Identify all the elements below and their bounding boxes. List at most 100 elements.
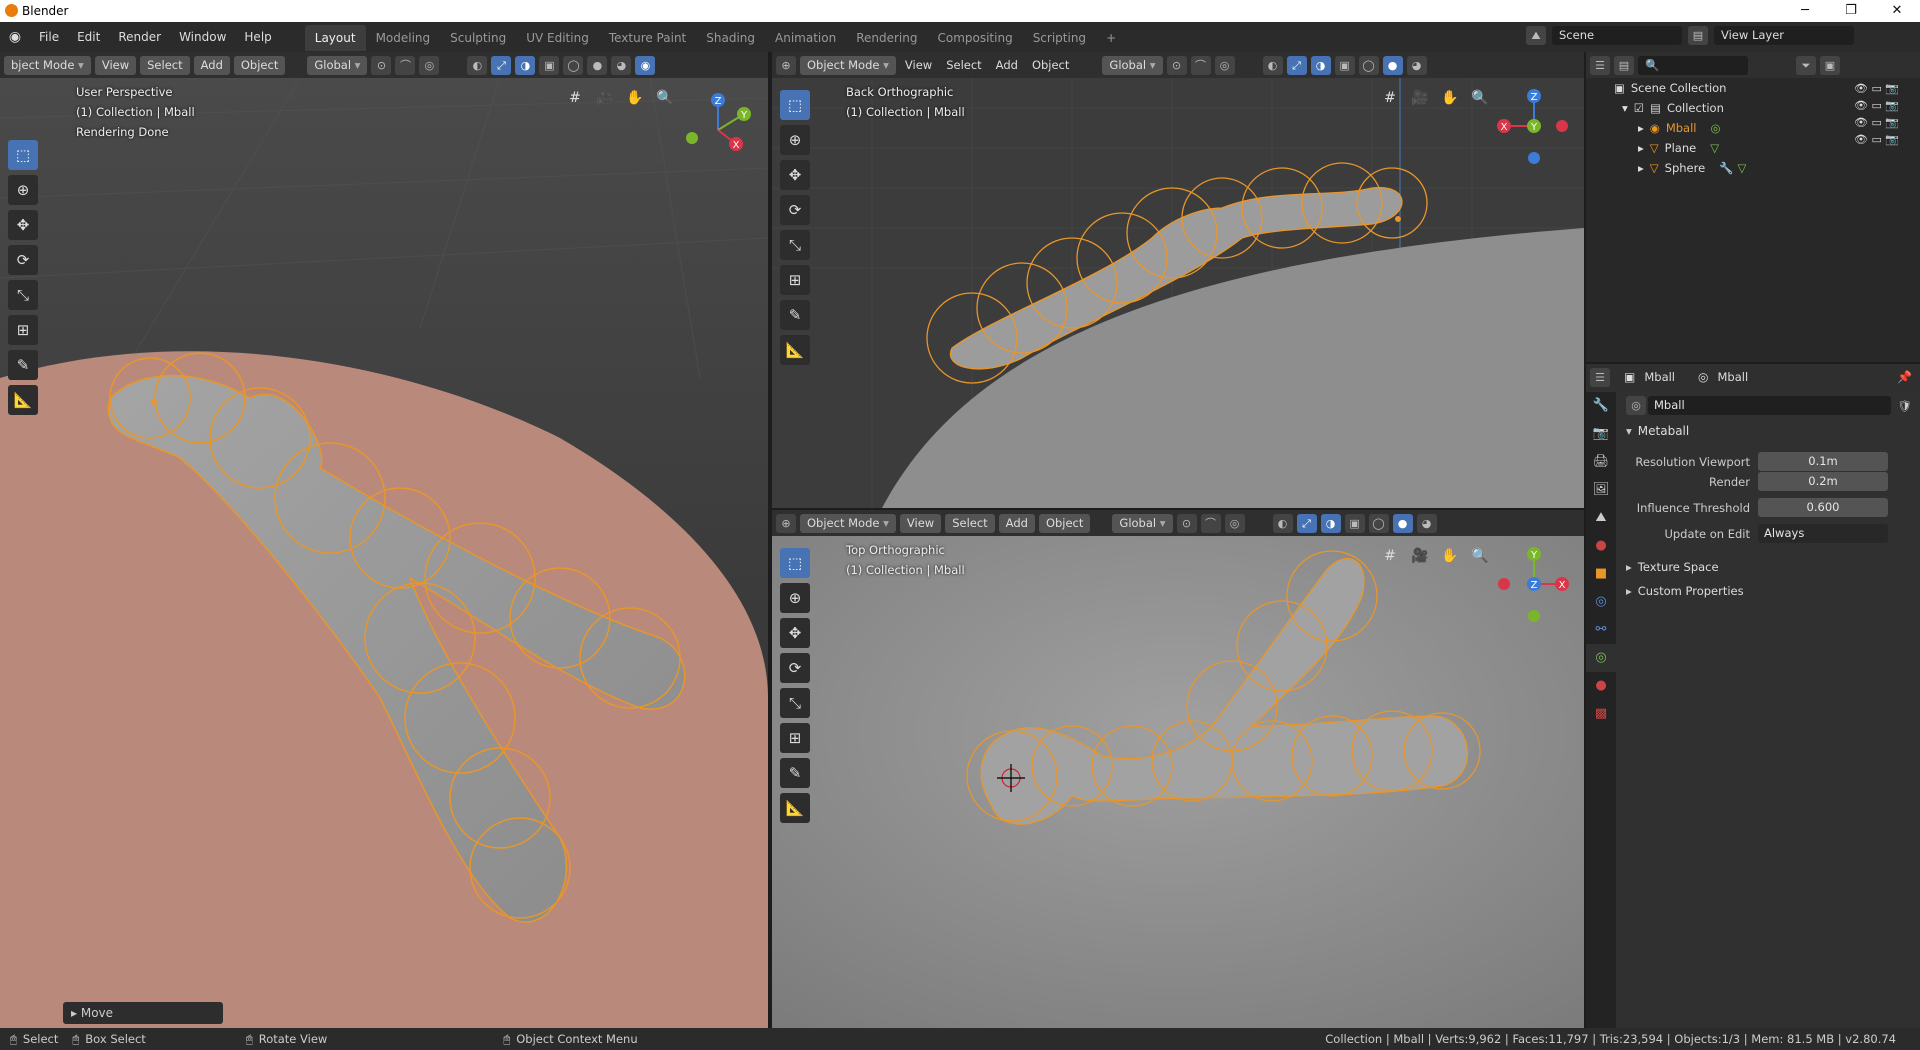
gizmo-toggle-icon[interactable]: ⤢ (491, 55, 512, 75)
editor-type-icon[interactable]: ⊕ (776, 55, 796, 75)
xray-icon[interactable]: ▣ (1344, 513, 1365, 533)
tab-scripting[interactable]: Scripting (1023, 25, 1096, 51)
tool-tab-icon[interactable]: 🔧 (1586, 392, 1616, 420)
object-menu[interactable]: Object (233, 55, 286, 75)
solid-shading-icon[interactable]: ● (1392, 513, 1413, 533)
cursor-tool-icon[interactable]: ⊕ (780, 125, 810, 155)
proportional-icon[interactable]: ◎ (1214, 55, 1235, 75)
viewport-icon[interactable]: ▭ (1871, 99, 1881, 112)
context-data-name[interactable]: Mball (1713, 370, 1754, 384)
texture-space-section[interactable]: ▸ Texture Space (1626, 560, 1719, 574)
expand-arrow-icon[interactable]: ▸ (1638, 121, 1644, 135)
solid-shading-icon[interactable]: ● (587, 55, 608, 75)
view-layer-selector[interactable]: View Layer (1714, 26, 1854, 45)
eye-icon[interactable]: 👁 (1854, 99, 1868, 112)
expand-arrow-icon[interactable]: ▾ (1622, 101, 1628, 115)
outliner-search-input[interactable]: 🔍 (1638, 55, 1748, 75)
view-menu[interactable]: View (94, 55, 137, 75)
annotate-tool-icon[interactable]: ✎ (780, 758, 810, 788)
checkbox-icon[interactable]: ☑ (1634, 101, 1644, 115)
xray-icon[interactable]: ▣ (1334, 55, 1355, 75)
overlay-toggle-icon[interactable]: ◑ (515, 55, 536, 75)
transform-tool-icon[interactable]: ⊞ (780, 265, 810, 295)
scene-tab-icon[interactable]: ⛰ (1586, 504, 1616, 532)
pan-hand-icon[interactable]: ✋ (1438, 544, 1462, 568)
gizmo-toggle-icon[interactable]: ⤢ (1286, 55, 1307, 75)
view-menu[interactable]: View (899, 513, 942, 533)
viewport-icon[interactable]: ▭ (1871, 133, 1881, 146)
tab-animation[interactable]: Animation (765, 25, 846, 51)
select-box-tool-icon[interactable]: ⬚ (780, 548, 810, 578)
transform-tool-icon[interactable]: ⊞ (8, 315, 38, 345)
measure-tool-icon[interactable]: 📐 (780, 793, 810, 823)
resolution-viewport-field[interactable]: 0.1m (1758, 452, 1888, 471)
grid-view-icon[interactable]: # (1378, 86, 1402, 110)
orientation-selector[interactable]: Global (1112, 513, 1173, 533)
overlay-toggle-icon[interactable]: ◑ (1320, 513, 1341, 533)
object-menu[interactable]: Object (1038, 513, 1091, 533)
add-workspace-button[interactable]: + (1096, 25, 1126, 51)
zoom-icon[interactable]: 🔍 (653, 86, 677, 110)
orientation-selector[interactable]: Global (307, 55, 368, 75)
viewport-top-right[interactable]: ⊕ Object Mode View Select Add Object Glo… (772, 52, 1584, 508)
xray-icon[interactable]: ▣ (539, 55, 560, 75)
texture-tab-icon[interactable]: ▩ (1586, 700, 1616, 728)
rendered-shading-icon[interactable]: ◉ (635, 55, 656, 75)
context-object-name[interactable]: Mball (1639, 370, 1680, 384)
move-tool-icon[interactable]: ✥ (780, 618, 810, 648)
influence-threshold-field[interactable]: 0.600 (1758, 498, 1888, 517)
viewport-bottom-right[interactable]: ⊕ Object Mode View Select Add Object Glo… (772, 510, 1584, 1028)
editor-type-icon[interactable]: ☰ (1590, 367, 1610, 387)
camera-view-icon[interactable]: 🎥 (1408, 544, 1432, 568)
eye-icon[interactable]: 👁 (1854, 82, 1868, 95)
grid-view-icon[interactable]: # (563, 86, 587, 110)
object-menu[interactable]: Object (1027, 58, 1074, 72)
collapse-arrow-icon[interactable]: ▸ (1626, 560, 1632, 574)
scene-selector[interactable]: Scene (1552, 26, 1682, 45)
annotate-tool-icon[interactable]: ✎ (8, 350, 38, 380)
data-tab-icon[interactable]: ◎ (1586, 644, 1616, 672)
pivot-icon[interactable]: ⊙ (371, 55, 392, 75)
visibility-icon[interactable]: ◐ (1262, 55, 1283, 75)
wireframe-shading-icon[interactable]: ◯ (563, 55, 584, 75)
scale-tool-icon[interactable]: ⤡ (8, 280, 38, 310)
fake-user-shield-icon[interactable]: 🛡 (1897, 399, 1912, 413)
metaball-section-header[interactable]: ▾ Metaball (1626, 424, 1689, 438)
overlay-toggle-icon[interactable]: ◑ (1310, 55, 1331, 75)
tab-compositing[interactable]: Compositing (927, 25, 1022, 51)
tab-sculpting[interactable]: Sculpting (440, 25, 516, 51)
custom-properties-section[interactable]: ▸ Custom Properties (1626, 584, 1744, 598)
editor-type-icon[interactable]: ⊕ (776, 513, 796, 533)
tab-layout[interactable]: Layout (304, 25, 366, 51)
new-collection-icon[interactable]: ▣ (1820, 55, 1840, 75)
editor-type-icon[interactable]: ☰ (1590, 55, 1610, 75)
world-tab-icon[interactable]: ● (1586, 532, 1616, 560)
rotate-tool-icon[interactable]: ⟳ (780, 195, 810, 225)
render-tab-icon[interactable]: 📷 (1586, 420, 1616, 448)
add-menu[interactable]: Add (998, 513, 1035, 533)
render-camera-icon[interactable]: 📷 (1885, 99, 1899, 112)
material-shading-icon[interactable]: ◕ (1406, 55, 1427, 75)
measure-tool-icon[interactable]: 📐 (8, 385, 38, 415)
nav-gizmo-br[interactable]: Y X Z (1490, 546, 1570, 626)
scale-tool-icon[interactable]: ⤡ (780, 688, 810, 718)
material-tab-icon[interactable]: ● (1586, 672, 1616, 700)
grid-view-icon[interactable]: # (1378, 544, 1402, 568)
render-resolution-field[interactable]: 0.2m (1758, 472, 1888, 491)
tab-modeling[interactable]: Modeling (366, 25, 441, 51)
snap-icon[interactable]: ⌒ (395, 55, 416, 75)
filter-icon[interactable]: ⏷ (1796, 55, 1816, 75)
move-tool-icon[interactable]: ✥ (780, 160, 810, 190)
metaball-data-icon[interactable]: ◎ (1626, 396, 1646, 415)
update-on-edit-dropdown[interactable]: Always (1758, 524, 1888, 543)
blender-menu-icon[interactable]: ◉ (0, 29, 30, 45)
viewport-icon[interactable]: ▭ (1871, 82, 1881, 95)
expand-arrow-icon[interactable]: ▾ (1626, 424, 1632, 438)
display-mode-icon[interactable]: ▤ (1614, 55, 1634, 75)
add-menu[interactable]: Add (193, 55, 230, 75)
pivot-icon[interactable]: ⊙ (1166, 55, 1187, 75)
snap-icon[interactable]: ⌒ (1200, 513, 1221, 533)
modifier-tab-icon[interactable]: ◎ (1586, 588, 1616, 616)
tab-uv-editing[interactable]: UV Editing (516, 25, 599, 51)
viewport-icon[interactable]: ▭ (1871, 116, 1881, 129)
